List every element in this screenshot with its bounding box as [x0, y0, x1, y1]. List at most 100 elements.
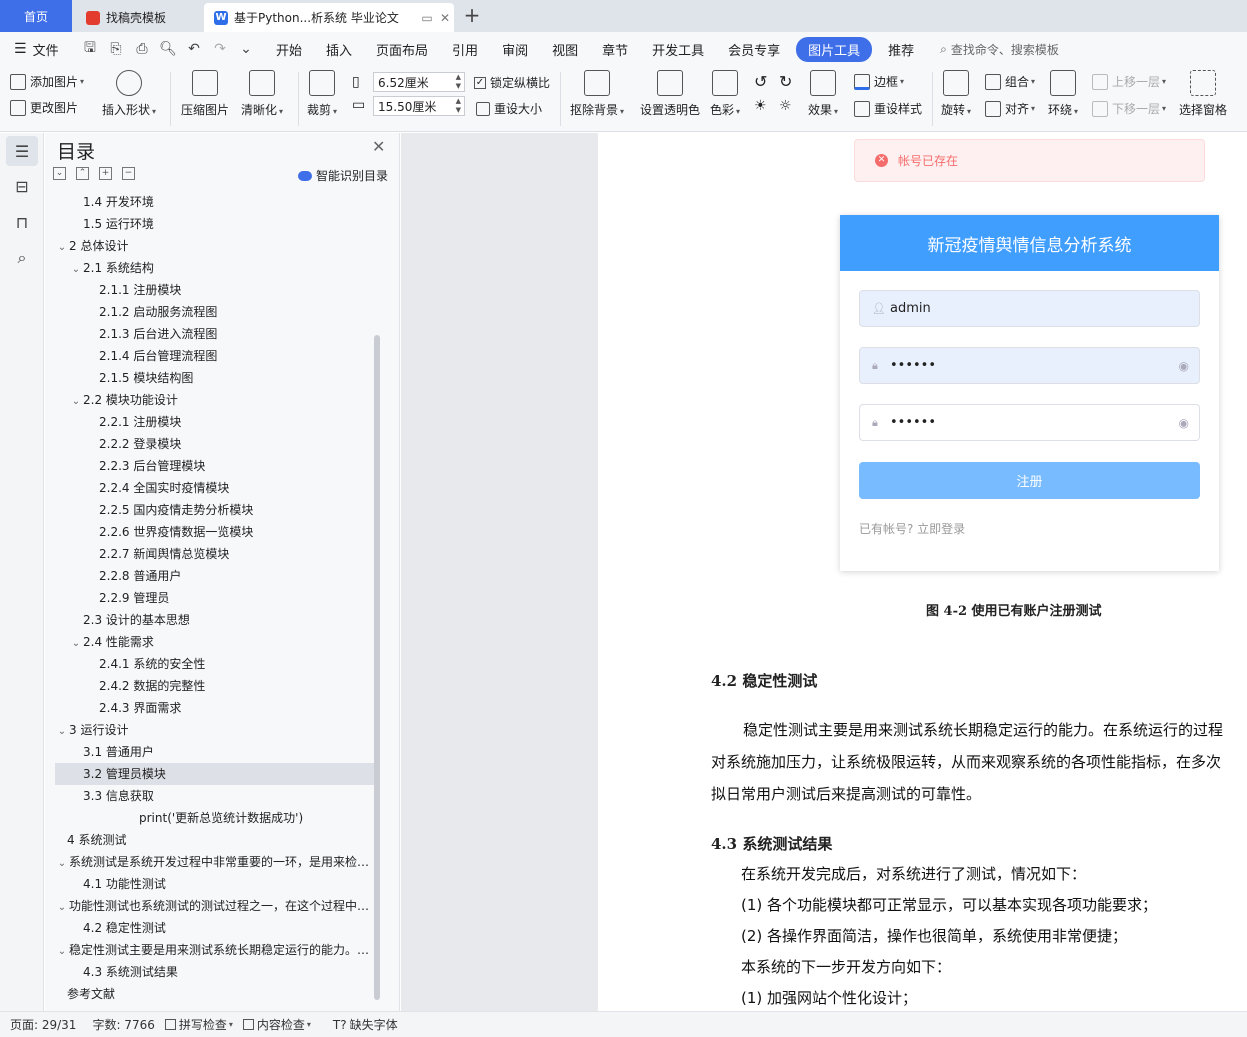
height-input[interactable]: 15.50厘米 ▲ ▼ [373, 96, 465, 116]
close-icon[interactable]: ✕ [372, 137, 385, 156]
set-transparent-button[interactable]: 设置透明色 [640, 70, 700, 118]
width-input[interactable]: 6.52厘米 ▲ ▼ [373, 72, 465, 92]
height-spinner[interactable]: ▲ ▼ [456, 97, 461, 115]
toc-item[interactable]: 2.4.2 数据的完整性 [55, 675, 375, 697]
move-up-button[interactable]: 上移一层 ▾ [1092, 73, 1166, 90]
toc-scrollbar[interactable] [374, 335, 380, 1000]
toc-item[interactable]: 2.2.2 登录模块 [55, 433, 375, 455]
find-icon[interactable]: ⌕ [6, 243, 38, 273]
toc-item[interactable]: 2.2.7 新闻舆情总览模块 [55, 543, 375, 565]
toc-item[interactable]: ⌄ 2 总体设计 [55, 235, 375, 257]
reset-style-button[interactable]: 重设样式 [854, 100, 922, 117]
menu-view[interactable]: 视图 [540, 40, 590, 59]
move-down-button[interactable]: 下移一层 ▾ [1092, 100, 1166, 117]
crop-button[interactable]: 裁剪 ▾ [307, 70, 337, 118]
rotate-left-icon[interactable]: ↺ [754, 72, 767, 91]
toc-item[interactable]: ⌄ 2.2 模块功能设计 [55, 389, 375, 411]
expand-chevron-icon[interactable]: ⌄ [69, 391, 83, 411]
menu-review[interactable]: 审阅 [490, 40, 540, 59]
expand-all-icon[interactable]: ⌃ [76, 167, 89, 180]
file-menu[interactable]: ☰ 文件 [0, 40, 72, 59]
menu-recommend[interactable]: 推荐 [876, 40, 926, 59]
smart-toc-button[interactable]: 智能识别目录 [298, 167, 388, 184]
toc-item[interactable]: 4 系统测试 [55, 829, 375, 851]
toc-item[interactable]: 2.2.6 世界疫情数据一览模块 [55, 521, 375, 543]
menu-member[interactable]: 会员专享 [716, 40, 792, 59]
toc-item[interactable]: 2.2.9 管理员 [55, 587, 375, 609]
missing-font-button[interactable]: T? 缺失字体 [333, 1016, 398, 1033]
toc-panel-icon[interactable]: ☰ [6, 136, 38, 166]
toc-item[interactable]: ⌄ 3 运行设计 [55, 719, 375, 741]
toc-item[interactable]: ⌄稳定性测试主要是用来测试系统长期稳定运行的能力。在系统运行的过程中 [55, 939, 375, 961]
export-pdf-icon[interactable]: ⎘ [106, 41, 126, 57]
add-picture-button[interactable]: 添加图片 ▾ [10, 73, 84, 90]
tab-home[interactable]: 首页 [0, 0, 72, 32]
expand-chevron-icon[interactable]: ⌄ [69, 633, 83, 653]
wrap-button[interactable]: 环绕 ▾ [1048, 70, 1078, 118]
menu-page-layout[interactable]: 页面布局 [364, 40, 440, 59]
sharpen-button[interactable]: 清晰化 ▾ [241, 70, 283, 118]
brightness-up-icon[interactable]: ☀ [754, 98, 767, 114]
toc-item[interactable]: 3.2 管理员模块 [55, 763, 375, 785]
width-spinner[interactable]: ▲ ▼ [456, 73, 461, 91]
toc-item[interactable]: 3.1 普通用户 [55, 741, 375, 763]
more-icon[interactable]: ⌄ [236, 41, 256, 57]
brightness-down-icon[interactable]: ☼ [779, 98, 792, 114]
toc-item[interactable]: 2.4.3 界面需求 [55, 697, 375, 719]
print-icon[interactable]: ⎙ [132, 41, 152, 57]
compress-picture-button[interactable]: 压缩图片 [181, 70, 229, 118]
effects-button[interactable]: 效果 ▾ [808, 70, 838, 118]
toc-item[interactable]: 2.3 设计的基本思想 [55, 609, 375, 631]
border-button[interactable]: 边框 ▾ [854, 73, 904, 90]
lock-ratio-checkbox[interactable]: ✓ 锁定纵横比 [474, 74, 550, 91]
tab-templates[interactable]: 找稿壳模板 [76, 3, 200, 32]
new-tab-button[interactable]: + [460, 4, 484, 28]
expand-chevron-icon[interactable]: ⌄ [55, 941, 69, 961]
expand-chevron-icon[interactable]: ⌄ [69, 259, 83, 279]
change-picture-button[interactable]: 更改图片 [10, 99, 78, 116]
toc-item[interactable]: 3.3 信息获取 [55, 785, 375, 807]
spell-check-button[interactable]: 拼写检查 ▾ [164, 1016, 233, 1033]
insert-shape-button[interactable]: 插入形状 ▾ [102, 70, 156, 118]
tab-close-icon[interactable]: ✕ [436, 11, 454, 25]
page-indicator[interactable]: 页面: 29/31 [10, 1016, 76, 1033]
expand-chevron-icon[interactable]: ⌄ [55, 853, 69, 873]
collapse-all-icon[interactable]: ⌄ [53, 167, 66, 180]
toc-item[interactable]: 参考文献 [55, 983, 375, 1005]
toc-item[interactable]: 2.4.1 系统的安全性 [55, 653, 375, 675]
toc-item[interactable]: 2.2.4 全国实时疫情模块 [55, 477, 375, 499]
menu-dev-tools[interactable]: 开发工具 [640, 40, 716, 59]
toc-item[interactable]: 2.2.3 后台管理模块 [55, 455, 375, 477]
toc-item[interactable]: ⌄系统测试是系统开发过程中非常重要的一环，是用来检验系统是否符合要求的 [55, 851, 375, 873]
toc-item[interactable]: 2.2.5 国内疫情走势分析模块 [55, 499, 375, 521]
toc-item[interactable]: 4.3 系统测试结果 [55, 961, 375, 983]
undo-icon[interactable]: ↶ [184, 41, 204, 57]
toc-item[interactable]: 2.2.8 普通用户 [55, 565, 375, 587]
toc-item[interactable]: 2.1.5 模块结构图 [55, 367, 375, 389]
reset-size-button[interactable]: 重设大小 [476, 100, 542, 117]
add-heading-icon[interactable]: + [99, 167, 112, 180]
toc-item[interactable]: 2.1.3 后台进入流程图 [55, 323, 375, 345]
command-search[interactable]: ⌕ 查找命令、搜索模板 [940, 41, 1059, 58]
save-icon[interactable]: 🖫 [80, 37, 100, 61]
toc-item[interactable]: 2.1.2 启动服务流程图 [55, 301, 375, 323]
register-form-screenshot[interactable]: 新冠疫情舆情信息分析系统 👤︎ admin 🔒︎ •••••• ◉ 🔒︎ •••… [840, 215, 1219, 571]
content-check-button[interactable]: 内容检查 ▾ [242, 1016, 311, 1033]
expand-chevron-icon[interactable]: ⌄ [55, 237, 69, 257]
rotate-right-icon[interactable]: ↻ [779, 72, 792, 91]
toc-item[interactable]: 1.4 开发环境 [55, 191, 375, 213]
tab-pin-icon[interactable]: ▭ [418, 11, 436, 25]
word-count[interactable]: 字数: 7766 [92, 1016, 154, 1033]
rotate-button[interactable]: 旋转 ▾ [941, 70, 971, 118]
remove-heading-icon[interactable]: − [122, 167, 135, 180]
bookmark-icon[interactable]: ⊓ [6, 207, 38, 237]
toc-item[interactable]: ⌄ 2.4 性能需求 [55, 631, 375, 653]
toc-item[interactable]: 2.1.4 后台管理流程图 [55, 345, 375, 367]
expand-chevron-icon[interactable]: ⌄ [55, 897, 69, 917]
menu-chapter[interactable]: 章节 [590, 40, 640, 59]
toc-item[interactable]: 4.2 稳定性测试 [55, 917, 375, 939]
chapter-nav-icon[interactable]: ⊟ [6, 171, 38, 201]
align-button[interactable]: 对齐 ▾ [985, 100, 1035, 117]
menu-start[interactable]: 开始 [264, 40, 314, 59]
color-button[interactable]: 色彩 ▾ [710, 70, 740, 118]
